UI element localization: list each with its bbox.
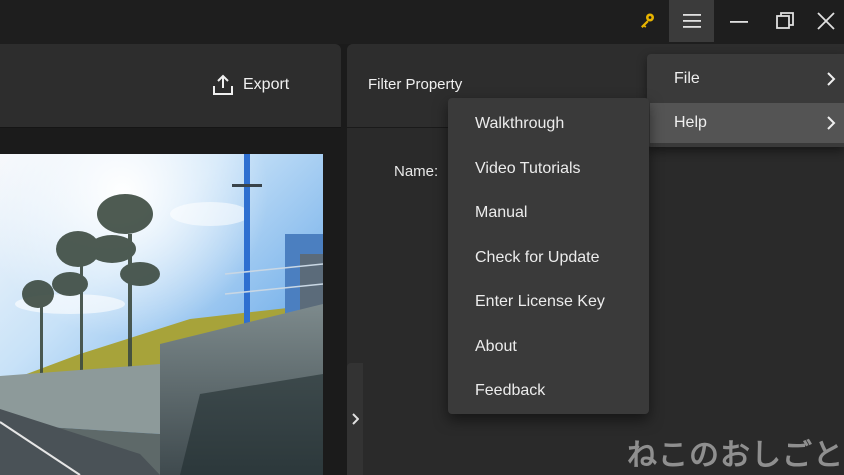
close-icon	[817, 12, 835, 30]
menu-item-label: Help	[674, 114, 707, 131]
submenu-item-check-for-update[interactable]: Check for Update	[448, 236, 649, 281]
hamburger-menu-icon	[682, 14, 701, 28]
export-button[interactable]: Export	[212, 68, 312, 102]
submenu-item-about[interactable]: About	[448, 325, 649, 370]
minimize-icon	[730, 21, 748, 23]
key-icon	[641, 13, 654, 28]
menu-item-file[interactable]: File	[650, 59, 844, 99]
submenu-item-feedback[interactable]: Feedback	[448, 369, 649, 414]
minimize-button[interactable]	[716, 0, 762, 42]
submenu-item-enter-license-key[interactable]: Enter License Key	[448, 280, 649, 325]
export-label: Export	[243, 76, 290, 93]
submenu-item-manual[interactable]: Manual	[448, 191, 649, 236]
help-submenu: Walkthrough Video Tutorials Manual Check…	[448, 98, 649, 414]
maximize-icon	[776, 12, 794, 29]
submenu-item-video-tutorials[interactable]: Video Tutorials	[448, 147, 649, 192]
menu-item-label: File	[674, 70, 700, 87]
filter-property-title: Filter Property	[368, 76, 463, 93]
main-menu-button[interactable]	[669, 0, 714, 42]
chevron-right-icon	[827, 72, 836, 86]
watermark: ねこのおしごと	[627, 438, 844, 473]
chevron-right-icon	[352, 413, 359, 425]
close-button[interactable]	[808, 0, 844, 42]
left-panel-header: Export	[0, 44, 341, 128]
maximize-button[interactable]	[762, 0, 808, 42]
name-label: Name:	[394, 163, 439, 180]
title-bar	[0, 0, 844, 44]
submenu-item-walkthrough[interactable]: Walkthrough	[448, 102, 649, 147]
panel-collapse-handle[interactable]	[347, 363, 363, 475]
export-icon	[213, 74, 233, 95]
menu-item-help[interactable]: Help	[650, 103, 844, 143]
main-menu-dropdown: File Help	[647, 54, 844, 147]
video-frame-image	[0, 154, 323, 475]
license-key-button[interactable]	[624, 0, 670, 42]
video-preview	[0, 154, 323, 475]
chevron-right-icon	[827, 116, 836, 130]
